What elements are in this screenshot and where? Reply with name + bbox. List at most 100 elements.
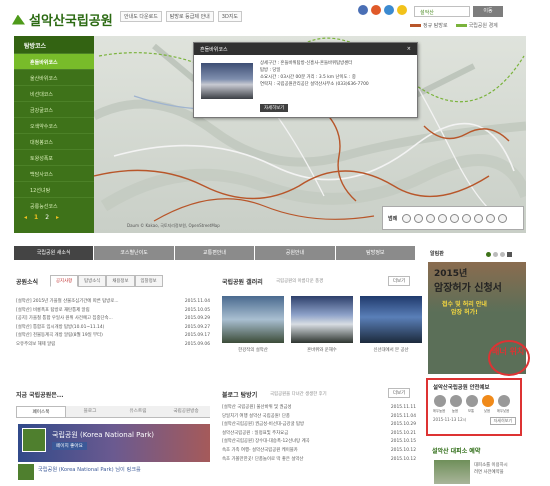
avatar [22, 428, 46, 452]
popup-detail-button[interactable]: 자세히보기 [260, 104, 289, 112]
list-item[interactable]: [설악산국립공원] 권금성-비선대-금강굴 탐방 2015.10.29 [222, 421, 416, 430]
gallery-caption: 신선대에서 본 공산 [373, 348, 409, 353]
map-copyright: Daum © Kakao, 국토지리정보원, OpenStreetMap [127, 223, 220, 228]
legend-item-icon[interactable] [498, 213, 508, 223]
map-3d-link[interactable]: 3D지도 [217, 11, 243, 22]
blog-subtitle: 국립공원을 다녀간 생생한 후기 [270, 392, 327, 397]
popup-header: 흔들바위코스 × [194, 43, 417, 55]
safety-detail-button[interactable]: 자세히보기 [489, 417, 516, 425]
prev-page-icon[interactable]: ◂ [24, 214, 27, 221]
tab-bids[interactable]: 입찰정보 [134, 275, 163, 287]
tab-visit-info[interactable]: 탐방정보 [335, 246, 417, 260]
gallery-title: 국립공원 갤러리 [222, 279, 263, 286]
map-line-legend: 정규 탐방로 국립공원 경계 [410, 22, 498, 29]
reserve-text: 대피소를 이용하시 려면 사전예약을 [474, 463, 508, 475]
list-item[interactable]: [설악산 국립공원] 울산바위 및 권금성 2015.11.11 [222, 404, 416, 413]
tab-news[interactable]: 국립공원 새소식 [14, 246, 95, 260]
gallery-photo[interactable] [291, 296, 353, 343]
list-item[interactable]: [설악산] 비룡폭포 탐방로 재탄통제 알림 2015.10.05 [16, 307, 210, 316]
trail-grade-link[interactable]: 탐방로 등급제 안내 [165, 11, 214, 22]
go-button[interactable]: 이동 [473, 6, 503, 17]
legend-item-icon[interactable] [450, 213, 460, 223]
legend-item-icon[interactable] [426, 213, 436, 223]
tab-ustream[interactable]: 유스트림 [114, 406, 162, 417]
popup-details: 상세구간 : 흔들바위탐방-신흥사-흔들바위탐방센터 탐방 : 당일 소요시간 … [260, 61, 369, 87]
page-1-button[interactable]: 1 [34, 214, 38, 221]
sidebar-item-course[interactable]: 흔들바위코스 [14, 53, 94, 69]
park-select[interactable]: 설악산 [414, 6, 470, 17]
facebook-like-button[interactable]: 페이지 좋아요 [52, 442, 87, 450]
next-page-icon[interactable]: ▸ [56, 214, 59, 221]
blog-more-button[interactable]: 더보기 [388, 388, 411, 398]
tab-trail-news[interactable]: 탐방소식 [78, 275, 107, 287]
dot-icon[interactable] [500, 252, 505, 257]
tab-difficulty[interactable]: 코스별난이도 [94, 246, 175, 260]
map-legend: 범례 [382, 206, 524, 230]
tab-park-guide[interactable]: 공원안내 [255, 246, 336, 260]
course-photo [201, 63, 253, 99]
legend-item-icon[interactable] [414, 213, 424, 223]
banner-heading: 암장허가 신청서 [434, 283, 502, 294]
legend-item-icon[interactable] [402, 213, 412, 223]
dot-icon[interactable] [493, 252, 498, 257]
facebook-post-author[interactable]: 국립공원 (Korea National Park) 님이 링크를 [38, 466, 141, 473]
level-icon [498, 395, 510, 407]
legend-item-icon[interactable] [474, 213, 484, 223]
mountain-logo-icon [12, 14, 25, 25]
gallery-photo[interactable] [222, 296, 284, 343]
close-icon[interactable]: × [407, 46, 411, 52]
sidebar-item-course[interactable]: 오색약수코스 [14, 117, 94, 133]
tab-jobs[interactable]: 채용정보 [106, 275, 135, 287]
sidebar-item-course[interactable]: 12선녀탕 [14, 181, 94, 197]
banner-pager [486, 252, 512, 257]
social-icon[interactable] [371, 5, 381, 15]
social-icons [358, 5, 407, 15]
legend-item-icon[interactable] [462, 213, 472, 223]
tab-transport[interactable]: 교통편안내 [174, 246, 256, 260]
tab-announcements[interactable]: 공지사항 [50, 275, 79, 287]
facebook-page-name[interactable]: 국립공원 (Korea National Park) [52, 430, 154, 440]
sidebar-item-course[interactable]: 토왕성폭포 [14, 149, 94, 165]
site-logo[interactable]: 설악산국립공원 [12, 10, 113, 29]
social-icon[interactable] [397, 5, 407, 15]
gallery-more-button[interactable]: 더보기 [388, 276, 411, 286]
tab-broadcast[interactable]: 국립공원방송 [162, 406, 210, 417]
gallery-subtitle: 국립공원의 아름다운 풍경 [276, 279, 324, 284]
sidebar-item-course[interactable]: 대청봉코스 [14, 133, 94, 149]
page-2-button[interactable]: 2 [45, 214, 49, 221]
list-item[interactable]: [설악산국립공원] 장수대-대승폭-12선녀탕 계곡 2015.10.15 [222, 438, 416, 447]
boundary-swatch-icon [455, 24, 467, 27]
sidebar-item-course[interactable]: 울산바위코스 [14, 69, 94, 85]
course-popup: 흔들바위코스 × 상세구간 : 흔들바위탐방-신흥사-흔들바위탐방센터 탐방 :… [193, 42, 418, 118]
logo-text: 설악산국립공원 [29, 14, 113, 29]
reserve-title[interactable]: 설악산 대피소 예약 [432, 446, 480, 455]
gallery-photo[interactable] [360, 296, 422, 343]
social-icon[interactable] [358, 5, 368, 15]
sidebar-item-course[interactable]: 백담사코스 [14, 165, 94, 181]
list-item[interactable]: [설악산] 통합호 임시개방 탐방(10.01~11.14) 2015.09.27 [16, 324, 210, 333]
sidebar-title: 탐방코스 [14, 36, 94, 53]
tab-blog[interactable]: 블로그 [66, 406, 114, 417]
legend-item-icon[interactable] [486, 213, 496, 223]
list-item[interactable]: 당일치기 여행 설악산 국립공원! 단풍 2015.11.04 [222, 413, 416, 422]
sidebar-item-course[interactable]: 공룡능선코스 [14, 197, 94, 213]
dot-icon[interactable] [486, 252, 491, 257]
now-tabs: 페이스북 블로그 유스트림 국립공원방송 [16, 406, 210, 418]
blog-title: 블로그 탐방기 [222, 392, 258, 399]
avatar [18, 464, 34, 480]
list-item[interactable]: [설악산] 천불동계곡 개방 알림(8월 19일 부터) 2015.09.17 [16, 332, 210, 341]
list-item[interactable]: 속초 가볼만한곳! 단풍놀이로 딱 좋은 설악산 2015.10.12 [222, 456, 416, 465]
list-item[interactable]: [설악산] 2015년 가을철 산불조심기간에 따른 탐방로... 2015.11… [16, 298, 210, 307]
safety-footer: 2015-11-13 12시 자세히보기 [428, 413, 520, 425]
list-item[interactable]: 오유주의보 해제 알림 2015.09.06 [16, 341, 210, 350]
sidebar-item-course[interactable]: 금강굴코스 [14, 101, 94, 117]
list-item[interactable]: [공지] 가을철 통합 우일사 원위 사전예고 집중단속... 2015.09.2… [16, 315, 210, 324]
tab-facebook[interactable]: 페이스북 [16, 406, 66, 417]
list-item[interactable]: 설악산국립공원 : 일정표및 주차요금 2015.10.21 [222, 430, 416, 439]
list-item[interactable]: 속초 가족 여행- 설악산국립공원 케이블카 2015.10.12 [222, 447, 416, 456]
download-map-link[interactable]: 안내도 다운로드 [120, 11, 162, 22]
pause-icon[interactable] [507, 252, 512, 257]
sidebar-item-course[interactable]: 비선대코스 [14, 85, 94, 101]
legend-item-icon[interactable] [438, 213, 448, 223]
social-icon[interactable] [384, 5, 394, 15]
